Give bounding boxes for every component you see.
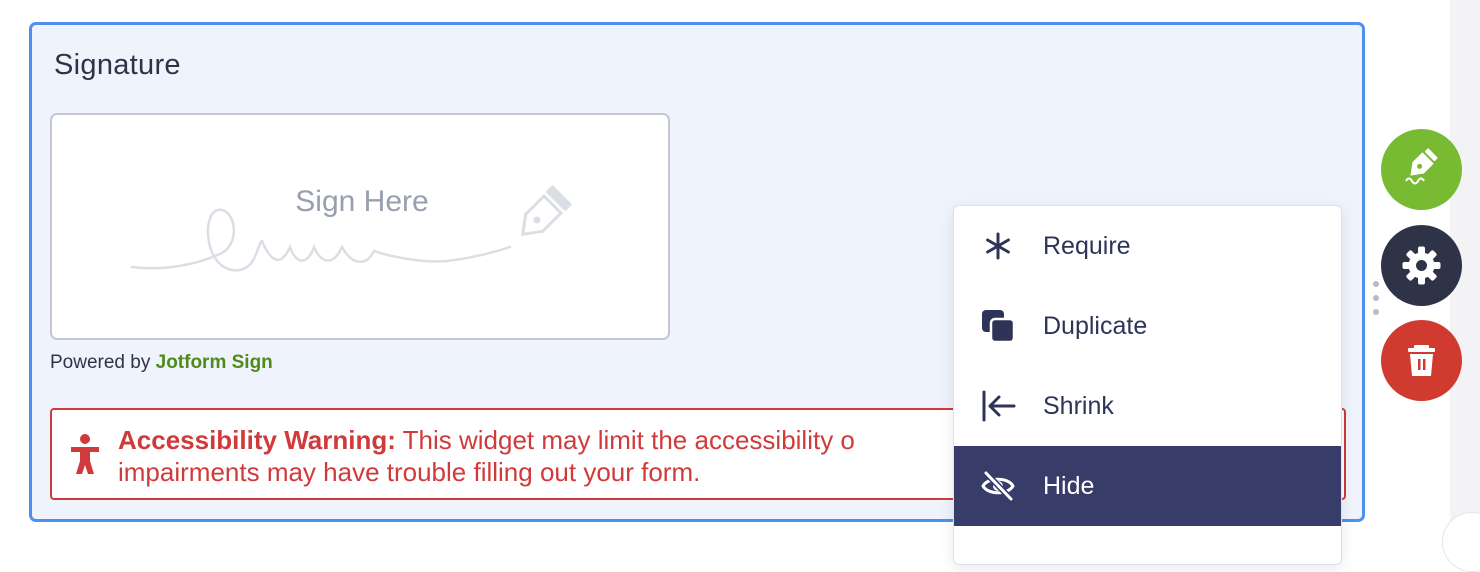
sign-here-placeholder: Sign Here [295,185,429,218]
powered-by-text: Powered by Jotform Sign [50,352,273,374]
eye-off-icon [981,470,1015,502]
menu-label-duplicate: Duplicate [1043,312,1148,340]
warning-line2: impairments may have trouble filling out… [118,457,701,487]
warning-line1: This widget may limit the accessibility … [395,425,855,455]
drag-handle-icon[interactable] [1371,280,1381,316]
gear-icon [1402,246,1441,285]
pen-nib-icon [1405,148,1438,185]
field-context-menu: Require Duplicate Shrink Hide [953,205,1342,565]
warning-title: Accessibility Warning: [118,425,396,455]
properties-button[interactable] [1381,225,1462,306]
menu-label-shrink: Shrink [1043,392,1114,420]
asterisk-icon [986,232,1010,260]
menu-item-hide[interactable]: Hide [954,446,1341,526]
corner-bubble [1442,512,1480,572]
jotform-sign-link[interactable]: Jotform Sign [156,352,273,373]
trash-icon [1408,345,1435,376]
shrink-icon [982,390,1016,422]
delete-button[interactable] [1381,320,1462,401]
menu-item-duplicate[interactable]: Duplicate [954,286,1341,366]
signature-settings-button[interactable] [1381,129,1462,210]
menu-item-require[interactable]: Require [954,206,1341,286]
signature-pad[interactable]: Sign Here [50,113,670,340]
menu-item-shrink[interactable]: Shrink [954,366,1341,446]
accessibility-icon [71,434,99,474]
menu-label-hide: Hide [1043,472,1095,500]
menu-label-require: Require [1043,232,1131,260]
field-title: Signature [54,49,181,81]
powered-prefix: Powered by [50,352,156,373]
signature-scribble-illustration [130,185,572,272]
duplicate-icon [982,310,1016,344]
